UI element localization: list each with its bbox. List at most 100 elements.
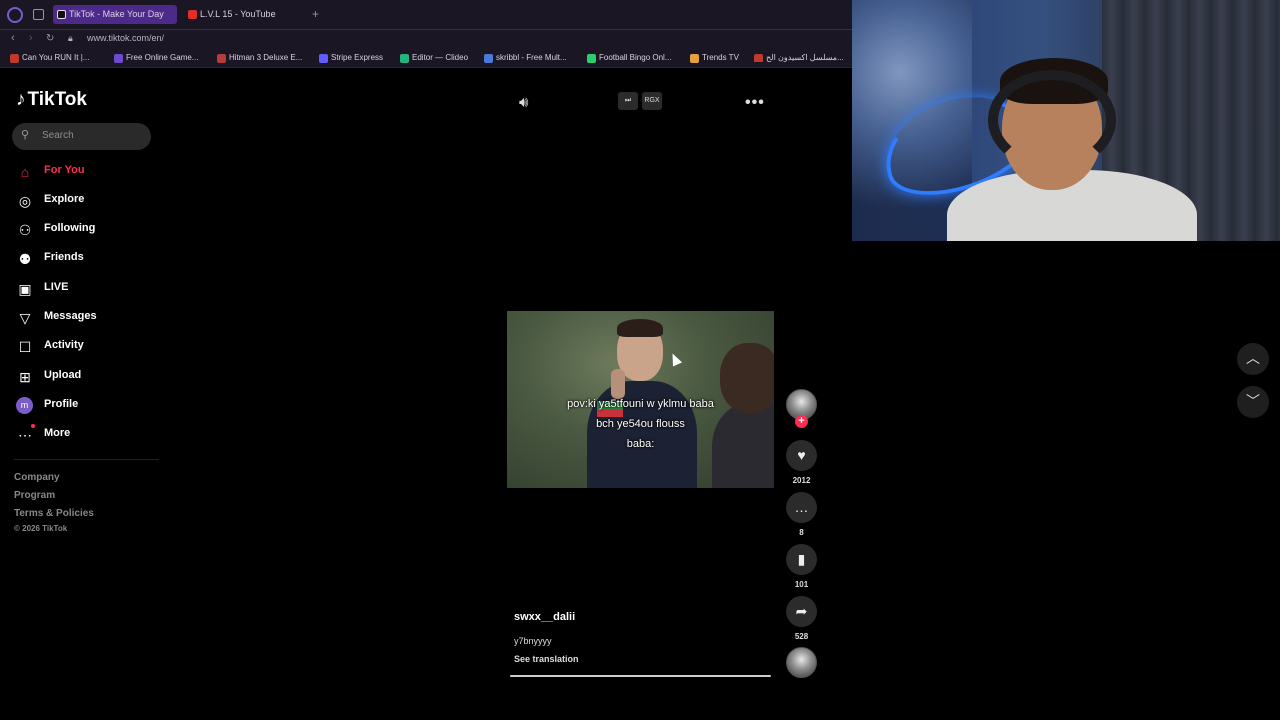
follow-plus-icon[interactable]: + xyxy=(795,415,808,428)
bookmark-item[interactable]: Free Online Game... xyxy=(114,53,199,63)
bookmark-item[interactable]: مسلسل اكسيدون الح... xyxy=(754,53,844,62)
bookmark-favicon-icon xyxy=(114,54,123,63)
sidebar-item-profile[interactable]: m Profile xyxy=(16,395,156,417)
sidebar-divider xyxy=(14,459,159,460)
bookmark-item[interactable]: skribbl - Free Mult... xyxy=(484,53,567,63)
comment-button[interactable]: … xyxy=(786,492,817,523)
bookmark-item[interactable]: Can You RUN It |... xyxy=(10,53,90,63)
video-caption-line: pov:ki ya5tfouni w yklmu baba xyxy=(567,398,714,410)
sidebar-item-label: For You xyxy=(44,164,85,176)
share-count: 528 xyxy=(794,632,809,641)
copyright: © 2026 TikTok xyxy=(14,524,68,533)
activity-icon: ☐ xyxy=(18,339,32,355)
music-note-icon: ♪ xyxy=(16,89,26,110)
bookmark-item[interactable]: Stripe Express xyxy=(319,53,384,63)
share-icon: ➦ xyxy=(795,603,808,619)
upload-icon: ⊞ xyxy=(19,369,31,385)
tab-title: TikTok - Make Your Day xyxy=(69,9,164,19)
sidebar-item-upload[interactable]: ⊞ Upload xyxy=(16,366,156,388)
bookmark-favicon-icon xyxy=(587,54,596,63)
sidebar-item-label: Profile xyxy=(44,398,79,410)
address-bar[interactable]: www.tiktok.com/en/ xyxy=(87,33,164,43)
comment-icon: … xyxy=(794,499,809,515)
sidebar-item-for-you[interactable]: ⌂ For You xyxy=(16,161,156,183)
browser-nav-bar: ‹ › ↻ 🔒︎ www.tiktok.com/en/ xyxy=(0,30,852,50)
save-button[interactable]: ▮ xyxy=(786,544,817,575)
sidebar-item-label: Friends xyxy=(44,251,84,263)
youtube-favicon-icon xyxy=(188,10,197,19)
quality-button[interactable]: RGX xyxy=(642,92,662,110)
sidebar-item-label: More xyxy=(44,427,71,439)
more-options-icon[interactable]: ••• xyxy=(745,94,765,112)
bookmark-item[interactable]: Hitman 3 Deluxe E... xyxy=(217,53,303,63)
footer-link-program[interactable]: Program xyxy=(14,490,55,501)
sidebar-item-activity[interactable]: ☐ Activity xyxy=(16,336,156,358)
bookmark-favicon-icon xyxy=(484,54,493,63)
music-disc-avatar[interactable] xyxy=(786,647,817,678)
lock-icon[interactable]: 🔒︎ xyxy=(68,33,73,44)
sidebar-item-more[interactable]: ⋯ More xyxy=(16,424,156,446)
sidebar-item-friends[interactable]: ⚉ Friends xyxy=(16,248,156,270)
following-icon: ⚇ xyxy=(18,222,32,238)
browser-logo-icon[interactable] xyxy=(7,7,23,23)
like-button[interactable]: ♥ xyxy=(786,440,817,471)
chevron-up-icon: ︿ xyxy=(1246,350,1260,366)
bookmark-favicon-icon xyxy=(754,54,763,62)
bookmark-label: Football Bingo Onl... xyxy=(599,53,672,62)
new-tab-icon[interactable]: + xyxy=(309,8,322,21)
next-video-button[interactable]: ﹀ xyxy=(1237,386,1269,418)
sidebar-item-live[interactable]: ▣ LIVE xyxy=(16,278,156,300)
sidebar-item-messages[interactable]: ▽ Messages xyxy=(16,307,156,329)
sidebar-item-label: Upload xyxy=(44,369,82,381)
previous-video-button[interactable]: ︿ xyxy=(1237,343,1269,375)
bookmark-favicon-icon xyxy=(319,54,328,63)
skip-button[interactable]: ⏭ xyxy=(618,92,638,110)
bookmark-item[interactable]: Trends TV xyxy=(690,53,739,63)
bookmark-label: Hitman 3 Deluxe E... xyxy=(229,53,303,62)
bookmark-label: Editor — Clideo xyxy=(412,53,469,62)
profile-avatar: m xyxy=(16,397,33,414)
notification-dot xyxy=(31,424,35,428)
author-name[interactable]: swxx__dalii xyxy=(514,611,575,623)
bookmark-label: skribbl - Free Mult... xyxy=(496,53,567,62)
sidebar-item-label: Activity xyxy=(44,339,84,351)
video-progress-bar[interactable] xyxy=(510,675,771,677)
bookmark-label: Free Online Game... xyxy=(126,53,199,62)
bookmark-item[interactable]: Editor — Clideo xyxy=(400,53,469,63)
footer-link-company[interactable]: Company xyxy=(14,472,60,483)
bookmark-favicon-icon xyxy=(400,54,409,63)
video-figure xyxy=(712,333,774,488)
live-icon: ▣ xyxy=(18,281,32,297)
tab-tiktok[interactable]: TikTok - Make Your Day xyxy=(53,5,177,24)
video-player[interactable]: pov:ki ya5tfouni w yklmu baba bch ye54ou… xyxy=(507,311,774,488)
volume-icon[interactable]: 🔊︎ xyxy=(519,94,528,111)
sidebar-item-following[interactable]: ⚇ Following xyxy=(16,219,156,241)
bookmark-icon: ▮ xyxy=(797,551,806,567)
tiktok-favicon-icon xyxy=(57,10,66,19)
bookmark-label: Can You RUN It |... xyxy=(22,53,90,62)
bookmark-favicon-icon xyxy=(690,54,699,63)
compass-icon: ◎ xyxy=(18,193,32,209)
forward-icon[interactable]: › xyxy=(29,32,33,44)
tiktok-logo[interactable]: ♪ TikTok xyxy=(16,89,87,111)
bookmark-favicon-icon xyxy=(217,54,226,63)
bookmark-favicon-icon xyxy=(10,54,19,63)
sidebar-item-explore[interactable]: ◎ Explore xyxy=(16,190,156,212)
tab-youtube[interactable]: L.V.L 15 - YouTube xyxy=(184,5,304,24)
reload-icon[interactable]: ↻ xyxy=(46,33,54,44)
like-count: 2012 xyxy=(792,476,811,485)
search-icon: ⚲ xyxy=(21,129,30,141)
sidebar-item-label: Explore xyxy=(44,193,85,205)
see-translation-link[interactable]: See translation xyxy=(514,654,579,664)
save-count: 101 xyxy=(794,580,809,589)
search-input[interactable]: ⚲ Search xyxy=(12,123,151,150)
bookmark-item[interactable]: Football Bingo Onl... xyxy=(587,53,672,63)
share-button[interactable]: ➦ xyxy=(786,596,817,627)
heart-icon: ♥ xyxy=(797,447,806,463)
video-description: y7bnyyyy xyxy=(514,636,552,646)
back-icon[interactable]: ‹ xyxy=(11,32,15,44)
sidebar-toggle-icon[interactable] xyxy=(33,9,44,20)
more-icon: ⋯ xyxy=(18,427,32,443)
bookmark-label: Stripe Express xyxy=(331,53,384,62)
footer-link-terms[interactable]: Terms & Policies xyxy=(14,508,94,519)
